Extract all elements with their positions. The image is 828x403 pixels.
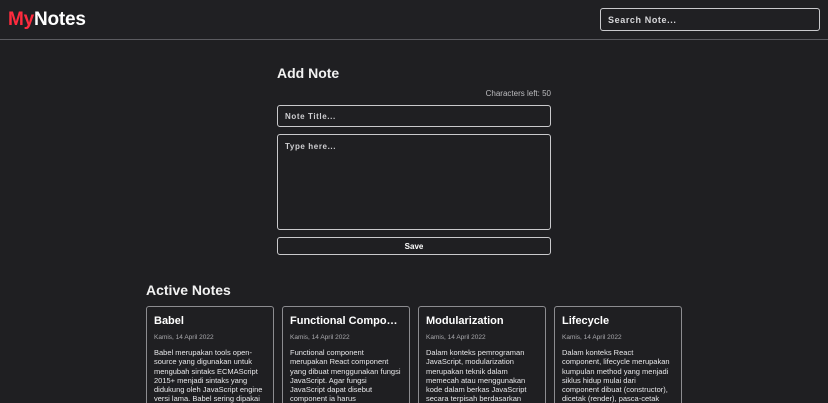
note-title: Babel [154,315,184,327]
note-date: Kamis, 14 April 2022 [426,334,486,341]
note-card[interactable]: Modularization Kamis, 14 April 2022 Dala… [418,306,546,403]
note-title: Lifecycle [562,315,610,327]
note-body-textarea[interactable] [277,134,551,230]
note-title: Functional Component [290,315,402,327]
characters-left-counter: Characters left: 50 [485,89,551,98]
add-note-heading: Add Note [277,65,340,81]
brand-text: Notes [34,9,86,30]
note-card[interactable]: Babel Kamis, 14 April 2022 Babel merupak… [146,306,274,403]
note-body: Dalam konteks pemrograman JavaScript, mo… [426,348,527,403]
note-date: Kamis, 14 April 2022 [154,334,214,341]
note-card[interactable]: Functional Component Kamis, 14 April 202… [282,306,410,403]
note-title-input[interactable] [277,105,551,127]
save-button[interactable]: Save [277,237,551,255]
brand-accent-text: My [8,9,34,30]
note-card[interactable]: Lifecycle Kamis, 14 April 2022 Dalam kon… [554,306,682,403]
app-header: MyNotes [0,0,828,40]
note-body: Functional component merupakan React com… [290,348,401,403]
note-date: Kamis, 14 April 2022 [290,334,350,341]
note-body: Dalam konteks React component, lifecycle… [562,348,670,403]
note-body: Babel merupakan tools open-source yang d… [154,348,263,403]
note-date: Kamis, 14 April 2022 [562,334,622,341]
app-logo[interactable]: MyNotes [8,9,86,31]
note-title: Modularization [426,315,504,327]
search-input[interactable] [600,8,820,31]
active-notes-heading: Active Notes [146,282,231,298]
